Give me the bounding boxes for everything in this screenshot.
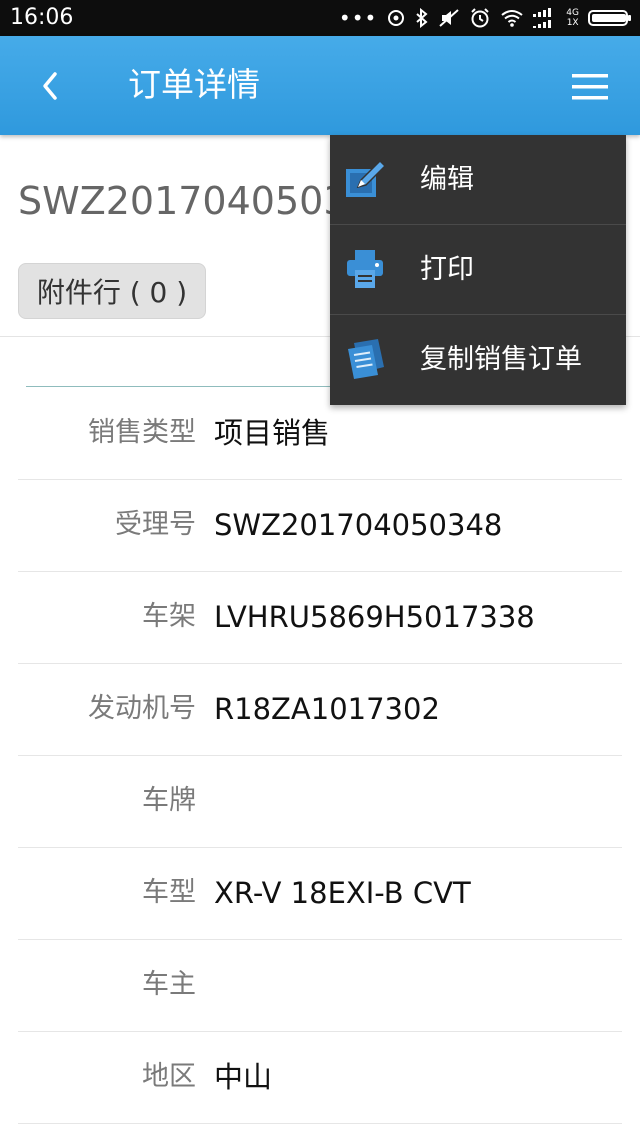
edit-icon (346, 159, 387, 197)
alarm-icon (469, 7, 491, 29)
detail-row-vehicle-model: 车型 XR-V 18EXI-B CVT (18, 848, 622, 940)
back-button[interactable] (30, 64, 70, 108)
more-dots-icon: ••• (338, 6, 378, 30)
detail-label: 地区 (142, 1061, 196, 1092)
mute-icon (438, 8, 460, 28)
detail-row-license-plate: 车牌 (18, 756, 622, 848)
detail-label: 发动机号 (88, 693, 196, 724)
page-title: 订单详情 (128, 65, 260, 104)
hamburger-menu-icon (572, 74, 608, 100)
detail-value: XR-V 18EXI-B CVT (214, 876, 471, 910)
detail-value: 项目销售 (214, 416, 331, 450)
detail-row-vin: 车架 LVHRU5869H5017338 (18, 572, 622, 664)
detail-label: 车牌 (142, 785, 196, 816)
dropdown-menu: 编辑 打印 复制销售订单 (330, 135, 626, 405)
detail-row-acceptance-number: 受理号 SWZ201704050348 (18, 480, 622, 572)
detail-row-region: 地区 中山 (18, 1032, 622, 1124)
printer-icon (347, 250, 383, 288)
attachment-lines-button[interactable]: 附件行 ( 0 ) (18, 263, 206, 319)
detail-label: 销售类型 (88, 417, 196, 448)
detail-list: 销售类型 项目销售 受理号 SWZ201704050348 车架 LVHRU58… (0, 388, 640, 1124)
detail-label: 受理号 (115, 509, 196, 540)
menu-item-print[interactable]: 打印 (330, 225, 626, 315)
status-icons: ••• 4G 1X (339, 4, 632, 32)
wifi-icon (500, 9, 524, 27)
chevron-left-icon (43, 72, 57, 100)
network-type: 4G 1X (566, 8, 579, 28)
detail-value: SWZ201704050348 (214, 508, 503, 542)
network-type-top: 4G (566, 8, 579, 18)
menu-button[interactable] (566, 66, 614, 108)
signal-icon (533, 7, 557, 29)
menu-item-label: 编辑 (420, 164, 474, 195)
status-time: 16:06 (10, 5, 74, 30)
network-type-bottom: 1X (566, 18, 579, 28)
copy-document-icon (348, 339, 384, 379)
sync-icon (386, 8, 406, 28)
bluetooth-icon (415, 8, 429, 28)
menu-item-copy-sales-order[interactable]: 复制销售订单 (330, 315, 626, 404)
detail-label: 车架 (142, 601, 196, 632)
status-bar: 16:06 ••• 4G 1X (0, 0, 640, 36)
detail-label: 车型 (142, 877, 196, 908)
detail-value: LVHRU5869H5017338 (214, 600, 535, 634)
battery-icon (588, 10, 631, 26)
menu-item-label: 打印 (420, 254, 474, 285)
detail-row-owner: 车主 (18, 940, 622, 1032)
app-header: 订单详情 (0, 36, 640, 135)
menu-item-label: 复制销售订单 (420, 344, 582, 375)
detail-value: R18ZA1017302 (214, 692, 440, 726)
sub-divider (26, 386, 356, 387)
detail-label: 车主 (142, 969, 196, 1000)
detail-value: 中山 (214, 1060, 273, 1094)
order-number: SWZ2017040503 (18, 179, 348, 223)
menu-item-edit[interactable]: 编辑 (330, 135, 626, 225)
detail-row-engine-number: 发动机号 R18ZA1017302 (18, 664, 622, 756)
